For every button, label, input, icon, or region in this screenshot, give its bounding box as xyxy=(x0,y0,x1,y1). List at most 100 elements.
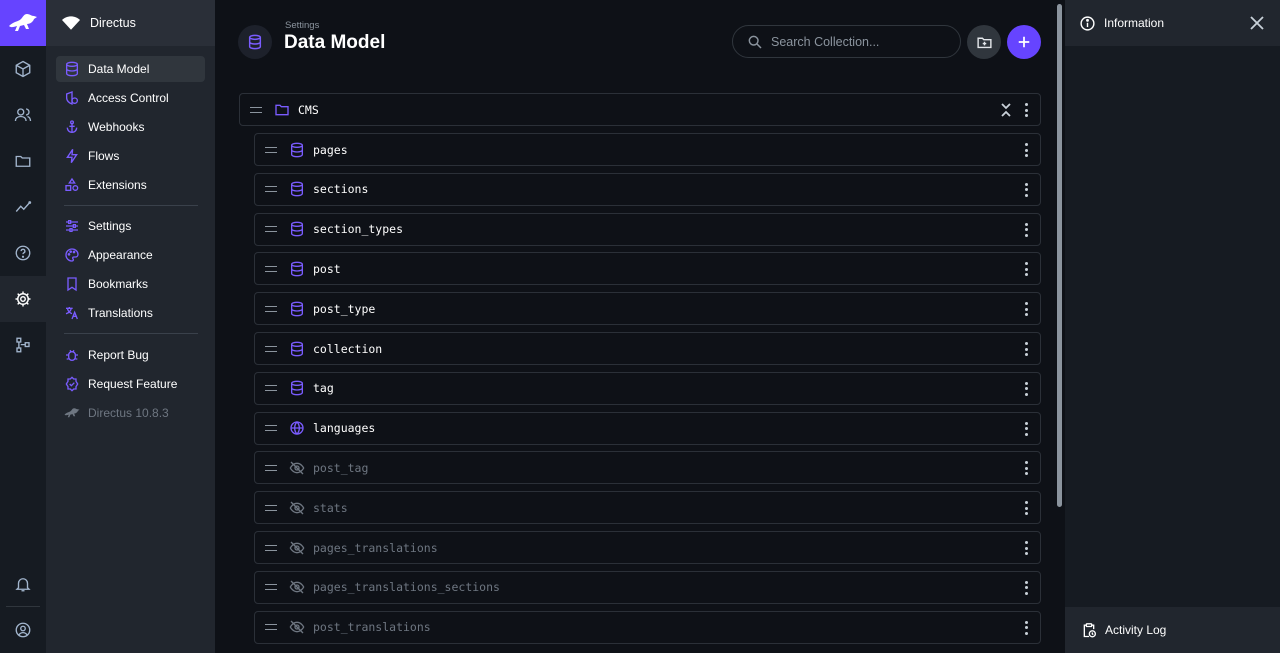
page-title: Data Model xyxy=(284,32,386,53)
more-options-icon[interactable] xyxy=(1024,501,1028,516)
create-collection-button[interactable] xyxy=(1007,25,1041,59)
create-folder-button[interactable] xyxy=(967,25,1001,59)
nav-divider xyxy=(64,205,198,206)
more-options-icon[interactable] xyxy=(1024,143,1028,157)
nav-item-data-model[interactable]: Data Model xyxy=(56,56,205,82)
nav-item-webhooks[interactable]: Webhooks xyxy=(56,114,205,140)
breadcrumb[interactable]: Settings xyxy=(285,20,319,31)
more-options-icon[interactable] xyxy=(1024,182,1028,197)
insights-icon[interactable] xyxy=(0,184,46,230)
more-options-icon[interactable] xyxy=(1024,421,1028,436)
drag-handle-icon[interactable] xyxy=(265,305,277,312)
project-name: Directus xyxy=(90,16,136,30)
nav-item-request-feature[interactable]: Request Feature xyxy=(56,371,205,397)
more-options-icon[interactable] xyxy=(1024,262,1028,277)
drag-handle-icon[interactable] xyxy=(265,624,277,631)
more-options-icon[interactable] xyxy=(1024,103,1028,117)
nav-item-access-control[interactable]: Access Control xyxy=(56,85,205,111)
bolt-icon xyxy=(64,148,80,164)
collection-row[interactable]: sections xyxy=(254,172,1041,206)
drag-handle-icon[interactable] xyxy=(265,186,277,193)
nav-item-report-bug[interactable]: Report Bug xyxy=(56,342,205,368)
drag-handle-icon[interactable] xyxy=(265,464,277,471)
scrollbar[interactable] xyxy=(1057,4,1062,507)
drag-handle-icon[interactable] xyxy=(265,226,277,233)
collection-name: section_types xyxy=(313,222,404,237)
collection-row[interactable]: collection xyxy=(254,332,1041,365)
collection-row[interactable]: post_translations xyxy=(254,610,1041,644)
information-header[interactable]: Information xyxy=(1065,0,1280,46)
collection-row[interactable]: tag xyxy=(254,371,1041,405)
info-icon xyxy=(1080,15,1095,31)
anchor-icon xyxy=(64,119,80,135)
drag-handle-icon[interactable] xyxy=(265,265,277,272)
drag-handle-icon[interactable] xyxy=(265,584,277,591)
more-options-icon[interactable] xyxy=(1024,620,1028,635)
drag-handle-icon[interactable] xyxy=(265,504,277,511)
collection-row[interactable]: section_types xyxy=(254,212,1041,246)
eye-off-icon xyxy=(289,540,305,556)
drag-handle-icon[interactable] xyxy=(265,544,277,551)
content-icon[interactable] xyxy=(0,46,46,92)
more-options-icon[interactable] xyxy=(1024,222,1028,237)
database-icon xyxy=(289,142,305,158)
nav-item-label: Flows xyxy=(88,149,120,163)
drag-handle-icon[interactable] xyxy=(265,425,277,432)
drag-handle-icon[interactable] xyxy=(265,385,277,392)
info-sidebar: Information Activity Log xyxy=(1065,0,1280,653)
more-options-icon[interactable] xyxy=(1024,342,1028,356)
drag-handle-icon[interactable] xyxy=(265,146,277,153)
project-header[interactable]: Directus xyxy=(46,0,215,46)
directus-logo-icon[interactable] xyxy=(0,0,46,46)
marketplace-icon[interactable] xyxy=(0,322,46,368)
settings-icon[interactable] xyxy=(0,276,46,322)
activity-log-footer[interactable]: Activity Log xyxy=(1065,607,1280,653)
collection-row[interactable]: languages xyxy=(254,411,1041,445)
more-options-icon[interactable] xyxy=(1024,302,1028,317)
nav-item-settings[interactable]: Settings xyxy=(56,213,205,239)
collection-row[interactable]: post_type xyxy=(254,292,1041,326)
nav-item-version[interactable]: Directus 10.8.3 xyxy=(56,400,205,426)
collection-row[interactable]: pages_translations_sections xyxy=(254,570,1041,604)
search-input[interactable] xyxy=(771,34,951,49)
help-icon[interactable] xyxy=(0,230,46,276)
collapse-icon[interactable] xyxy=(1000,102,1012,118)
collection-name: post_translations xyxy=(313,620,431,635)
notifications-icon[interactable] xyxy=(0,561,46,607)
collection-row[interactable]: post xyxy=(254,252,1041,286)
collection-row[interactable]: pages_translations xyxy=(254,531,1041,564)
nav-item-bookmarks[interactable]: Bookmarks xyxy=(56,271,205,297)
verified-icon xyxy=(64,376,80,392)
more-options-icon[interactable] xyxy=(1024,461,1028,476)
nav-item-appearance[interactable]: Appearance xyxy=(56,242,205,268)
nav-item-flows[interactable]: Flows xyxy=(56,143,205,169)
files-icon[interactable] xyxy=(0,138,46,184)
search-collection[interactable] xyxy=(732,25,961,58)
main-content: Settings Data Model CMS pages sections sec… xyxy=(215,0,1065,653)
eye-off-icon xyxy=(289,500,305,516)
user-account-icon[interactable] xyxy=(0,607,46,653)
collection-row[interactable]: pages xyxy=(254,133,1041,166)
collection-name: post_tag xyxy=(313,460,369,475)
close-icon[interactable] xyxy=(1250,16,1264,30)
nav-item-label: Extensions xyxy=(88,178,147,192)
users-icon[interactable] xyxy=(0,92,46,138)
collection-name: pages xyxy=(313,142,348,157)
nav-item-translations[interactable]: Translations xyxy=(56,300,205,326)
drag-handle-icon[interactable] xyxy=(250,106,262,113)
collection-row[interactable]: stats xyxy=(254,491,1041,525)
more-options-icon[interactable] xyxy=(1024,580,1028,595)
more-options-icon[interactable] xyxy=(1024,381,1028,396)
nav-item-extensions[interactable]: Extensions xyxy=(56,172,205,198)
drag-handle-icon[interactable] xyxy=(265,345,277,352)
database-icon xyxy=(64,61,80,77)
extensions-icon xyxy=(64,177,80,193)
collection-group-row[interactable]: CMS xyxy=(239,93,1041,126)
database-icon xyxy=(289,261,305,277)
plus-icon xyxy=(1018,36,1030,48)
translate-icon xyxy=(64,305,80,321)
more-options-icon[interactable] xyxy=(1024,541,1028,555)
collection-row[interactable]: post_tag xyxy=(254,451,1041,485)
database-icon xyxy=(289,341,305,357)
collection-name: pages_translations xyxy=(313,540,438,555)
